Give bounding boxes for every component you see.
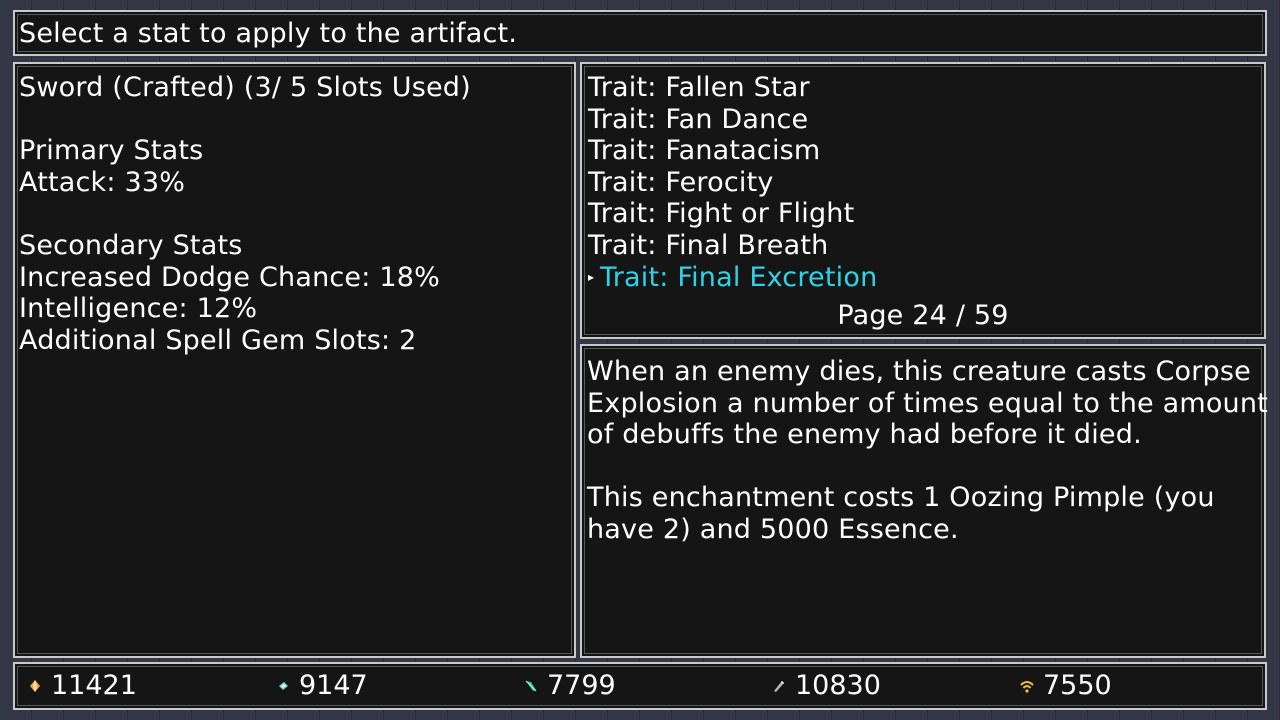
currency-item: 7550: [1015, 670, 1112, 702]
trait-option-selected[interactable]: ▸ Trait: Final Excretion: [588, 262, 877, 294]
primary-stats-heading: Primary Stats: [19, 135, 204, 167]
currency-item: 7799: [519, 670, 616, 702]
trait-option[interactable]: Trait: Fan Dance: [588, 104, 877, 136]
currency-value: 11421: [51, 670, 137, 701]
trait-option-label: Trait: Fanatacism: [588, 135, 821, 167]
trait-option[interactable]: Trait: Fanatacism: [588, 135, 877, 167]
orange-gem-icon: [23, 670, 47, 701]
green-leaf-icon: [519, 670, 543, 701]
trait-option[interactable]: Trait: Ferocity: [588, 167, 877, 199]
trait-list: Trait: Fallen Star Trait: Fan Dance Trai…: [588, 72, 877, 293]
currency-item: 11421: [23, 670, 137, 702]
currency-value: 7550: [1043, 670, 1112, 701]
trait-option-label: Trait: Ferocity: [588, 166, 774, 198]
secondary-stats-heading: Secondary Stats: [19, 229, 243, 261]
secondary-stat: Increased Dodge Chance: 18%: [19, 261, 440, 293]
secondary-stat: Additional Spell Gem Slots: 2: [19, 324, 417, 356]
trait-option[interactable]: Trait: Fight or Flight: [588, 198, 877, 230]
game-screen: Select a stat to apply to the artifact. …: [0, 0, 1280, 720]
artifact-panel: Sword (Crafted) (3/ 5 Slots Used) Primar…: [13, 62, 576, 658]
trait-option[interactable]: Trait: Final Breath: [588, 230, 877, 262]
enchantment-cost-text: This enchantment costs 1 Oozing Pimple (…: [587, 482, 1215, 545]
artifact-title: Sword (Crafted) (3/ 5 Slots Used): [19, 72, 471, 103]
teal-crystal-icon: [271, 670, 295, 701]
currency-item: 9147: [271, 670, 368, 702]
trait-option-label: Trait: Fallen Star: [588, 72, 810, 103]
trait-option-label: Trait: Final Excretion: [600, 261, 878, 293]
currency-bar: 11421 9147 7799 10830 7550: [13, 662, 1267, 710]
description-panel: When an enemy dies, this creature casts …: [580, 344, 1268, 658]
trait-option-label: Trait: Fight or Flight: [588, 198, 855, 230]
prompt-text: Select a stat to apply to the artifact.: [19, 18, 518, 49]
trait-list-panel: Trait: Fallen Star Trait: Fan Dance Trai…: [580, 62, 1266, 339]
selection-cursor-icon: ▸: [588, 269, 595, 284]
gray-shard-icon: [767, 670, 791, 701]
gold-signal-icon: [1015, 670, 1039, 701]
trait-option-label: Trait: Fan Dance: [588, 103, 809, 135]
currency-value: 9147: [299, 670, 368, 701]
primary-stat: Attack: 33%: [19, 166, 186, 198]
currency-value: 7799: [547, 670, 616, 701]
trait-effect-description: When an enemy dies, this creature casts …: [587, 356, 1268, 451]
page-indicator: Page 24 / 59: [837, 300, 1009, 331]
currency-item: 10830: [767, 670, 881, 702]
secondary-stat: Intelligence: 12%: [19, 293, 258, 325]
currency-value: 10830: [795, 670, 881, 701]
prompt-panel: Select a stat to apply to the artifact.: [13, 10, 1267, 56]
trait-option[interactable]: Trait: Fallen Star: [588, 72, 877, 104]
trait-option-label: Trait: Final Breath: [588, 229, 829, 261]
